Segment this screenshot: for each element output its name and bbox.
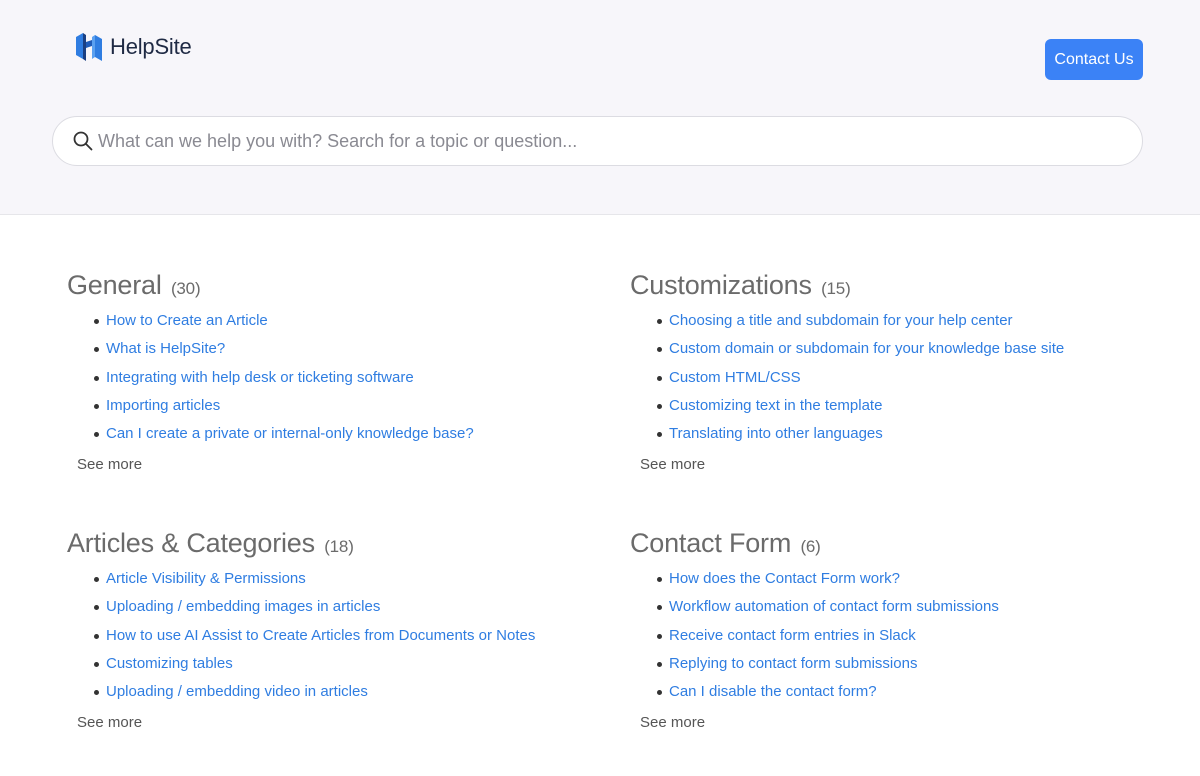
category-general: General (30) How to Create an Article Wh… <box>67 268 587 474</box>
article-link[interactable]: Workflow automation of contact form subm… <box>669 598 999 615</box>
logo-text: HelpSite <box>110 34 192 59</box>
list-item: What is HelpSite? <box>94 335 587 363</box>
article-link[interactable]: Customizing text in the template <box>669 397 882 414</box>
contact-us-button[interactable]: Contact Us <box>1045 39 1143 80</box>
see-more-link[interactable]: See more <box>640 456 705 473</box>
see-more-link[interactable]: See more <box>640 714 705 731</box>
list-item: Article Visibility & Permissions <box>94 565 587 593</box>
list-item: Custom domain or subdomain for your know… <box>657 335 1150 363</box>
category-count: (6) <box>800 537 821 556</box>
article-link[interactable]: Choosing a title and subdomain for your … <box>669 312 1013 329</box>
list-item: How to use AI Assist to Create Articles … <box>94 622 587 650</box>
article-list: Choosing a title and subdomain for your … <box>657 307 1150 448</box>
category-title[interactable]: General (30) <box>67 268 587 302</box>
list-item: Receive contact form entries in Slack <box>657 622 1150 650</box>
list-item: Custom HTML/CSS <box>657 364 1150 392</box>
article-link[interactable]: Can I create a private or internal-only … <box>106 425 474 442</box>
category-title[interactable]: Articles & Categories (18) <box>67 526 587 560</box>
list-item: Can I create a private or internal-only … <box>94 420 587 448</box>
helpsite-logo[interactable]: HelpSite <box>74 31 192 63</box>
page-header: HelpSite Contact Us <box>0 0 1200 215</box>
list-item: Customizing tables <box>94 650 587 678</box>
list-item: Translating into other languages <box>657 420 1150 448</box>
article-link[interactable]: Integrating with help desk or ticketing … <box>106 369 414 386</box>
article-link[interactable]: How does the Contact Form work? <box>669 570 900 587</box>
search-icon <box>73 131 93 151</box>
article-link[interactable]: How to Create an Article <box>106 312 268 329</box>
article-link[interactable]: How to use AI Assist to Create Articles … <box>106 627 535 644</box>
category-customizations: Customizations (15) Choosing a title and… <box>630 268 1150 474</box>
category-articles-categories: Articles & Categories (18) Article Visib… <box>67 526 587 732</box>
article-link[interactable]: Uploading / embedding video in articles <box>106 683 368 700</box>
article-link[interactable]: Receive contact form entries in Slack <box>669 627 916 644</box>
search-input[interactable] <box>98 126 1142 156</box>
category-count: (30) <box>170 279 201 298</box>
article-link[interactable]: Importing articles <box>106 397 220 414</box>
see-more-link[interactable]: See more <box>77 714 142 731</box>
article-link[interactable]: What is HelpSite? <box>106 340 225 357</box>
article-link[interactable]: Customizing tables <box>106 655 233 672</box>
category-count: (15) <box>821 279 851 298</box>
list-item: Replying to contact form submissions <box>657 650 1150 678</box>
article-list: How does the Contact Form work? Workflow… <box>657 565 1150 706</box>
search-bar[interactable] <box>52 116 1143 166</box>
category-count: (18) <box>324 537 354 556</box>
article-link[interactable]: Uploading / embedding images in articles <box>106 598 380 615</box>
list-item: Integrating with help desk or ticketing … <box>94 364 587 392</box>
list-item: Importing articles <box>94 392 587 420</box>
category-title[interactable]: Customizations (15) <box>630 268 1150 302</box>
see-more-link[interactable]: See more <box>77 456 142 473</box>
list-item: Can I disable the contact form? <box>657 678 1150 706</box>
list-item: Workflow automation of contact form subm… <box>657 593 1150 621</box>
article-link[interactable]: Replying to contact form submissions <box>669 655 917 672</box>
article-link[interactable]: Translating into other languages <box>669 425 883 442</box>
article-link[interactable]: Can I disable the contact form? <box>669 683 877 700</box>
article-list: Article Visibility & Permissions Uploadi… <box>94 565 587 706</box>
helpsite-logo-icon <box>76 33 102 61</box>
article-link[interactable]: Custom HTML/CSS <box>669 369 801 386</box>
list-item: Customizing text in the template <box>657 392 1150 420</box>
list-item: Uploading / embedding images in articles <box>94 593 587 621</box>
category-title[interactable]: Contact Form (6) <box>630 526 1150 560</box>
list-item: How does the Contact Form work? <box>657 565 1150 593</box>
article-list: How to Create an Article What is HelpSit… <box>94 307 587 448</box>
list-item: How to Create an Article <box>94 307 587 335</box>
category-contact-form: Contact Form (6) How does the Contact Fo… <box>630 526 1150 732</box>
article-link[interactable]: Custom domain or subdomain for your know… <box>669 340 1064 357</box>
article-link[interactable]: Article Visibility & Permissions <box>106 570 306 587</box>
list-item: Choosing a title and subdomain for your … <box>657 307 1150 335</box>
list-item: Uploading / embedding video in articles <box>94 678 587 706</box>
